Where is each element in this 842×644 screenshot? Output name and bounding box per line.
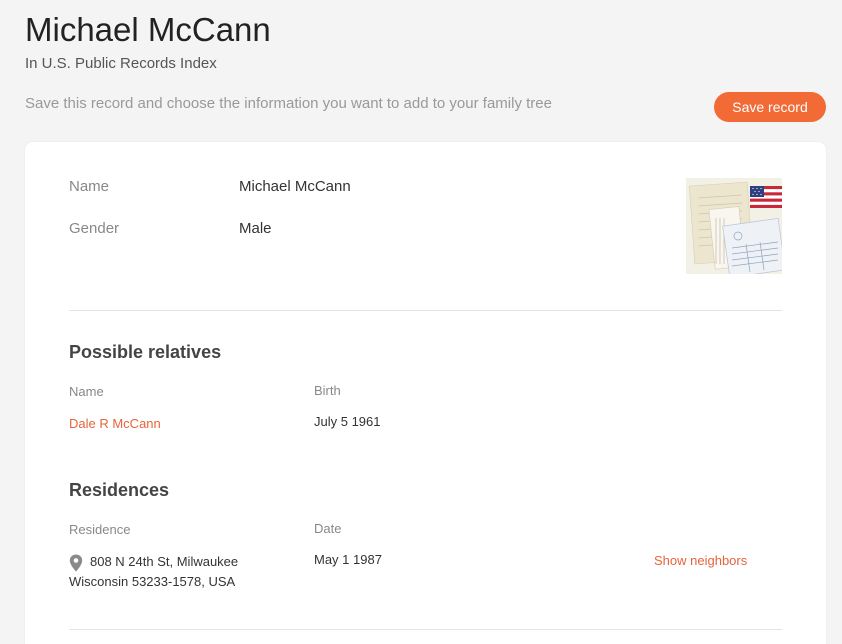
relatives-name-column: Name	[69, 384, 104, 399]
date-column: Date	[314, 521, 342, 536]
voter-records-flag-icon	[686, 178, 782, 274]
collection-subtitle: In U.S. Public Records Index	[25, 55, 217, 72]
relatives-title: Possible relatives	[69, 342, 222, 362]
residence-address: 808 N 24th St, Milwaukee Wisconsin 53233…	[69, 552, 309, 592]
residence-date: May 1 1987	[314, 552, 382, 567]
relative-birth: July 5 1961	[314, 414, 381, 429]
gender-label: Gender	[69, 220, 120, 237]
divider	[69, 310, 782, 311]
record-page: Michael McCann In U.S. Public Records In…	[0, 0, 842, 644]
name-value: Michael McCann	[239, 178, 351, 195]
relative-link[interactable]: Dale R McCann	[69, 416, 161, 431]
divider	[69, 629, 782, 630]
save-record-button[interactable]: Save record	[714, 92, 826, 122]
address-line-1: 808 N 24th St, Milwaukee	[90, 554, 239, 569]
page-title: Michael McCann	[25, 11, 271, 48]
record-thumbnail[interactable]	[686, 178, 782, 274]
name-label: Name	[69, 178, 110, 195]
residence-column: Residence	[69, 522, 131, 537]
map-pin-icon	[69, 554, 83, 572]
gender-value: Male	[239, 220, 272, 237]
show-neighbors-link[interactable]: Show neighbors	[654, 553, 747, 568]
residences-title: Residences	[69, 480, 170, 500]
relatives-birth-column: Birth	[314, 383, 341, 398]
record-card: Name Michael McCann Gender Male Possible…	[25, 142, 826, 644]
address-line-2: Wisconsin 53233-1578, USA	[69, 574, 236, 589]
save-instructions: Save this record and choose the informat…	[25, 95, 552, 112]
